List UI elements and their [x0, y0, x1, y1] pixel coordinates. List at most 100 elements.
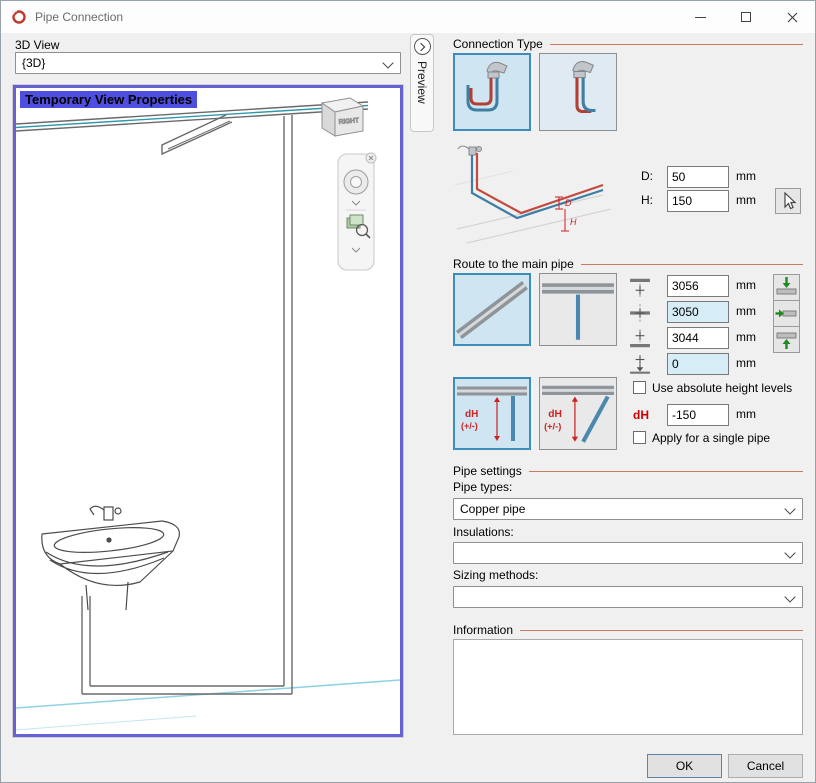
close-button[interactable] [769, 1, 815, 33]
route-option-dh-vertical[interactable]: dH (+/-) [453, 377, 531, 450]
d-input[interactable] [667, 166, 729, 188]
chevron-down-icon [382, 57, 393, 68]
use-absolute-label: Use absolute height levels [652, 381, 792, 395]
group-divider-line [520, 630, 803, 631]
connection-direct-thumbnail [540, 54, 616, 130]
view-cube[interactable]: RIGHT [322, 98, 363, 136]
maximize-icon [741, 12, 751, 22]
red-pipe [477, 153, 603, 213]
offset-unit: mm [736, 356, 756, 370]
height-center-input[interactable] [667, 301, 729, 323]
faucet-icon [469, 147, 476, 155]
insulations-label: Insulations: [453, 525, 514, 539]
connection-loop-thumbnail [455, 55, 529, 129]
chevron-down-icon [784, 547, 795, 558]
view-label: 3D View [15, 38, 59, 52]
minimize-button[interactable] [677, 1, 723, 33]
route-option-straight[interactable] [539, 273, 617, 346]
title-bar: Pipe Connection [1, 1, 815, 33]
dh-input[interactable] [667, 404, 729, 426]
group-divider-line [581, 264, 803, 265]
route-option-dh-sloped[interactable]: dH (+/-) [539, 377, 617, 450]
pipe-settings-title: Pipe settings [453, 464, 522, 478]
information-box [453, 639, 803, 735]
align-top-icon [774, 275, 799, 300]
floor-line-2 [16, 716, 196, 730]
pick-in-model-button[interactable] [775, 188, 801, 214]
app-icon [11, 9, 27, 25]
height-bottom-input[interactable] [667, 327, 729, 349]
dh-label: dH [633, 408, 649, 422]
dh-sloped-thumbnail: dH (+/-) [540, 378, 616, 449]
route-option-sloped[interactable] [453, 273, 531, 346]
view-selector-value: {3D} [22, 56, 45, 70]
diagram-h-label: H [570, 217, 577, 227]
cursor-pick-icon [776, 189, 800, 213]
route-title: Route to the main pipe [453, 257, 574, 271]
chevron-down-icon [784, 503, 795, 514]
sloped-pipe-thumbnail [455, 275, 529, 344]
height-top-input[interactable] [667, 275, 729, 297]
single-pipe-label: Apply for a single pipe [652, 431, 770, 445]
sink-fixture [42, 506, 180, 610]
connection-type-option-loop[interactable] [453, 53, 531, 131]
main-pipes [16, 102, 368, 154]
information-group-header: Information [453, 623, 803, 637]
temporary-view-properties-banner: Temporary View Properties [20, 91, 197, 108]
align-center-button[interactable] [773, 300, 800, 327]
cancel-button[interactable]: Cancel [728, 754, 803, 778]
offset-input[interactable] [667, 353, 729, 375]
pipe-settings-group-header: Pipe settings [453, 464, 803, 478]
pipe-types-value: Copper pipe [460, 502, 525, 516]
pipe-types-select[interactable]: Copper pipe [453, 498, 803, 520]
connection-type-title: Connection Type [453, 37, 543, 51]
connection-dimension-diagram: D H [453, 141, 615, 251]
straight-pipe-thumbnail [540, 274, 616, 345]
pipe-types-label: Pipe types: [453, 480, 512, 494]
sizing-methods-label: Sizing methods: [453, 568, 538, 582]
h-unit: mm [736, 193, 756, 207]
ok-button[interactable]: OK [647, 754, 722, 778]
chevron-right-icon [417, 42, 425, 50]
connection-type-option-direct[interactable] [539, 53, 617, 131]
expand-panel-icon[interactable] [414, 38, 431, 55]
chevron-down-icon [784, 591, 795, 602]
dh-vertical-thumbnail: dH (+/-) [455, 379, 529, 448]
align-bottom-button[interactable] [773, 326, 800, 353]
sizing-methods-select[interactable] [453, 586, 803, 608]
route-group-header: Route to the main pipe [453, 257, 803, 271]
dh-thumb-label: dH [548, 409, 562, 420]
preview-panel-toggle[interactable]: Preview [410, 34, 434, 132]
close-icon [787, 12, 798, 23]
d-unit: mm [736, 169, 756, 183]
h-input[interactable] [667, 190, 729, 212]
maximize-button[interactable] [723, 1, 769, 33]
viewport-3d[interactable]: Temporary View Properties [13, 85, 403, 737]
align-bottom-icon [774, 327, 799, 352]
group-divider-line [529, 471, 803, 472]
navigation-toolbar[interactable] [338, 153, 376, 270]
height-bottom-unit: mm [736, 330, 756, 344]
h-label: H: [641, 193, 653, 207]
align-center-icon [774, 301, 799, 326]
information-title: Information [453, 623, 513, 637]
window-title: Pipe Connection [35, 10, 123, 24]
single-pipe-checkbox[interactable] [633, 431, 646, 444]
use-absolute-checkbox[interactable] [633, 381, 646, 394]
viewport-3d-scene: RIGHT [16, 88, 400, 734]
pipe-connection-dialog: Pipe Connection 3D View {3D} Temporary V… [0, 0, 816, 783]
minimize-icon [695, 17, 706, 18]
pipe-bottom-level-icon [629, 328, 651, 350]
blue-pipe [472, 155, 603, 218]
view-selector[interactable]: {3D} [15, 52, 401, 74]
dh-thumb-sublabel: (+/-) [544, 421, 561, 431]
diagram-d-label: D [565, 198, 572, 208]
insulations-select[interactable] [453, 542, 803, 564]
preview-label: Preview [415, 61, 429, 104]
connection-type-group-header: Connection Type [453, 37, 803, 51]
align-top-button[interactable] [773, 274, 800, 301]
dh-thumb-sublabel: (+/-) [461, 421, 478, 431]
riser-pipes [82, 115, 292, 694]
group-divider-line [550, 44, 803, 45]
height-center-unit: mm [736, 304, 756, 318]
